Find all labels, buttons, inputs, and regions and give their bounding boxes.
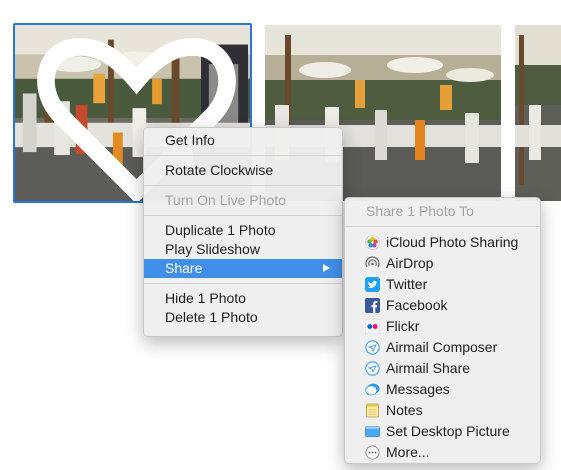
share-item-label: More...	[386, 444, 430, 460]
notes-icon	[365, 403, 380, 418]
temple-photo	[515, 25, 561, 201]
menu-separator	[144, 283, 342, 284]
share-item-more[interactable]: More...	[345, 442, 540, 463]
share-item-label: Messages	[386, 381, 450, 397]
share-item-messages[interactable]: Messages	[345, 379, 540, 400]
share-item-set-desktop-picture[interactable]: Set Desktop Picture	[345, 421, 540, 442]
airmail-icon	[365, 340, 380, 355]
context-menu: Get Info Rotate Clockwise Turn On Live P…	[143, 127, 343, 337]
menu-item-share-label: Share	[165, 260, 203, 276]
menu-separator	[144, 215, 342, 216]
share-item-airmail-share[interactable]: Airmail Share	[345, 358, 540, 379]
menu-item-get-info[interactable]: Get Info	[144, 131, 342, 150]
menu-item-delete[interactable]: Delete 1 Photo	[144, 308, 342, 327]
share-item-label: Set Desktop Picture	[386, 423, 510, 439]
share-item-label: Notes	[386, 402, 423, 418]
twitter-icon	[365, 277, 380, 292]
photos-grid: Get Info Rotate Clockwise Turn On Live P…	[0, 0, 561, 470]
flickr-icon	[365, 319, 380, 334]
facebook-icon	[365, 298, 380, 313]
share-item-label: Twitter	[386, 276, 428, 292]
photo-thumbnail[interactable]	[515, 25, 561, 201]
airdrop-icon	[365, 256, 380, 271]
menu-separator	[345, 226, 540, 227]
menu-separator	[144, 185, 342, 186]
share-item-label: Airmail Composer	[386, 339, 498, 355]
menu-item-hide[interactable]: Hide 1 Photo	[144, 289, 342, 308]
menu-item-turn-on-live-photo: Turn On Live Photo	[165, 192, 286, 208]
share-item-airdrop[interactable]: AirDrop	[345, 253, 540, 274]
share-item-label: Airmail Share	[386, 360, 471, 376]
menu-item-play-slideshow[interactable]: Play Slideshow	[144, 240, 342, 259]
menu-item-share[interactable]: Share	[144, 259, 342, 278]
messages-icon	[365, 382, 380, 397]
share-item-label: AirDrop	[386, 255, 434, 271]
share-item-facebook[interactable]: Facebook	[345, 295, 540, 316]
share-item-notes[interactable]: Notes	[345, 400, 540, 421]
share-item-airmail-composer[interactable]: Airmail Composer	[345, 337, 540, 358]
share-submenu-header: Share 1 Photo To	[366, 203, 474, 219]
menu-item-rotate-clockwise[interactable]: Rotate Clockwise	[144, 161, 342, 180]
share-item-label: Facebook	[386, 297, 448, 313]
more-icon	[365, 445, 380, 460]
share-item-icloud-photo-sharing[interactable]: iCloud Photo Sharing	[345, 232, 540, 253]
desktop-picture-icon	[365, 424, 380, 439]
share-item-label: Flickr	[386, 318, 420, 334]
share-item-flickr[interactable]: Flickr	[345, 316, 540, 337]
menu-separator	[144, 155, 342, 156]
share-item-label: iCloud Photo Sharing	[386, 234, 519, 250]
share-item-twitter[interactable]: Twitter	[345, 274, 540, 295]
menu-item-duplicate[interactable]: Duplicate 1 Photo	[144, 221, 342, 240]
icloud-photo-sharing-icon	[365, 235, 380, 250]
share-submenu: Share 1 Photo To iCloud Photo Sharing Ai…	[344, 197, 541, 464]
submenu-arrow-icon	[323, 264, 330, 272]
airmail-icon	[365, 361, 380, 376]
